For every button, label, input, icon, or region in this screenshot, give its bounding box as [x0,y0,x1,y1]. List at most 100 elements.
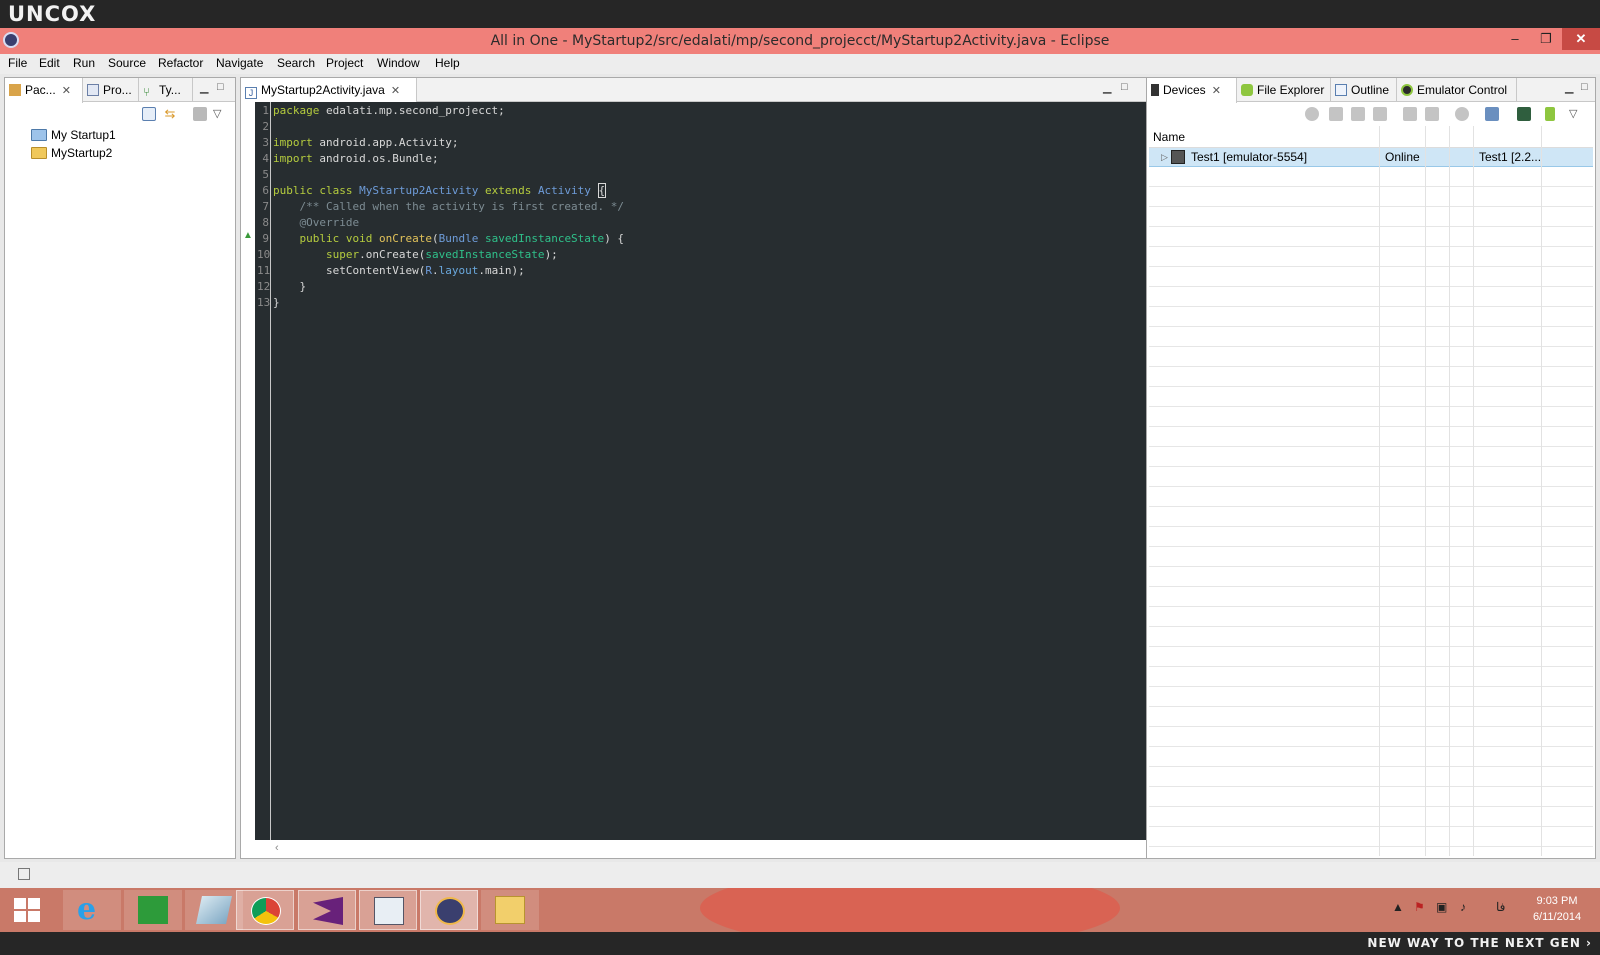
devices-table: Name ▷ Test1 [emulator-5554] Online Test… [1149,126,1593,856]
empty-table-row [1149,568,1593,587]
taskbar-visual-studio[interactable] [298,890,356,930]
column-name-header[interactable]: Name [1153,130,1185,144]
android-icon [1241,84,1253,96]
tab-devices[interactable]: Devices ✕ [1147,78,1237,103]
systrace-icon[interactable] [1517,107,1531,121]
empty-table-row [1149,668,1593,687]
tab-file-explorer[interactable]: File Explorer [1237,78,1331,102]
close-icon[interactable]: ✕ [62,79,71,103]
menu-file[interactable]: File [8,56,27,70]
menu-edit[interactable]: Edit [39,56,60,70]
tab-type-hierarchy[interactable]: ⑂ Ty... [139,78,193,102]
tree-item-my-startup1[interactable]: My Startup1 [31,126,116,144]
menu-refactor[interactable]: Refactor [158,56,203,70]
package-explorer-panel: Pac... ✕ Pro... ⑂ Ty... ▁ □ ⇆ ▽ My Startup… [4,77,236,859]
menu-window[interactable]: Window [377,56,420,70]
clock[interactable]: 9:03 PM 6/11/2014 [1522,893,1592,925]
debug-process-icon[interactable] [1305,107,1319,121]
menu-run[interactable]: Run [73,56,95,70]
minimize-view-icon[interactable]: ▁ [200,81,208,94]
tab-emulator-control[interactable]: Emulator Control [1397,78,1517,102]
tab-type-hierarchy-label: Ty... [159,83,181,97]
menu-help[interactable]: Help [435,56,460,70]
start-button[interactable] [2,890,60,930]
minimize-view-icon[interactable]: ▁ [1565,81,1573,94]
menu-navigate[interactable]: Navigate [216,56,263,70]
action-center-icon[interactable]: ⚑ [1414,900,1425,914]
taskbar-chrome[interactable] [236,890,294,930]
editor-tabbar: J MyStartup2Activity.java ✕ ▁ □ [241,78,1241,103]
empty-table-row [1149,308,1593,327]
empty-table-row [1149,528,1593,547]
empty-table-row [1149,268,1593,287]
opengl-trace-icon[interactable] [1545,107,1555,121]
dump-hprof-icon[interactable] [1351,107,1365,121]
scroll-left-icon[interactable]: ‹ [275,842,279,854]
tab-mystartup2activity-java[interactable]: J MyStartup2Activity.java ✕ [241,78,417,103]
empty-table-row [1149,248,1593,267]
maximize-view-icon[interactable]: □ [1581,81,1588,93]
view-menu-icon[interactable]: ▽ [213,107,227,121]
tab-outline[interactable]: Outline [1331,78,1397,102]
workbench: Pac... ✕ Pro... ⑂ Ty... ▁ □ ⇆ ▽ My Startup… [0,74,1600,888]
minimize-button[interactable]: – [1500,28,1530,50]
view-menu-icon[interactable]: ▽ [1569,107,1583,121]
language-indicator[interactable]: فا [1496,900,1505,914]
store-icon [138,896,168,924]
code-editor[interactable]: 1 package edalati.mp.second_projecct; 2 3… [243,102,1211,840]
close-icon[interactable]: ✕ [391,79,400,103]
taskbar-internet-explorer[interactable]: e [63,890,121,930]
taskbar-store[interactable] [124,890,182,930]
devices-table-header: Name [1149,126,1593,148]
folder-icon [495,896,525,924]
outline-icon [1335,84,1347,96]
restore-button[interactable]: ❐ [1530,28,1562,50]
minimize-view-icon[interactable]: ▁ [1103,81,1111,94]
slogan: NEW WAY TO THE NEXT GEN › [1367,936,1592,950]
package-explorer-tabbar: Pac... ✕ Pro... ⑂ Ty... ▁ □ [5,78,235,103]
empty-table-row [1149,628,1593,647]
tab-project-explorer[interactable]: Pro... [83,78,139,102]
empty-table-row [1149,188,1593,207]
screen-capture-icon[interactable] [1485,107,1499,121]
taskbar-document[interactable] [359,890,417,930]
update-threads-icon[interactable] [1403,107,1417,121]
menu-search[interactable]: Search [277,56,315,70]
editor-horizontal-scrollbar[interactable]: ‹ › [255,840,1211,858]
line-number: 5 [262,168,269,181]
menu-source[interactable]: Source [108,56,146,70]
close-window-button[interactable]: ✕ [1562,28,1600,50]
filter-icon[interactable] [193,107,207,121]
taskbar-file-explorer[interactable] [481,890,539,930]
project-folder-icon [31,129,47,141]
override-marker-icon[interactable]: ▲ [243,230,253,241]
cause-gc-icon[interactable] [1373,107,1387,121]
empty-table-row [1149,168,1593,187]
volume-icon[interactable]: ♪ [1460,900,1466,914]
show-hidden-icons-icon[interactable]: ▲ [1392,900,1404,914]
empty-table-row [1149,808,1593,827]
expand-arrow-icon[interactable]: ▷ [1161,152,1168,163]
network-icon[interactable]: ▣ [1436,900,1447,914]
start-method-profiling-icon[interactable] [1425,107,1439,121]
link-with-editor-icon[interactable]: ⇆ [163,107,177,121]
tab-package-explorer[interactable]: Pac... ✕ [5,78,83,103]
tree-item-mystartup2[interactable]: MyStartup2 [31,144,112,162]
taskbar-app[interactable] [185,890,243,930]
device-row-test1[interactable]: ▷ Test1 [emulator-5554] Online Test1 [2.… [1149,148,1593,167]
menu-project[interactable]: Project [326,56,363,70]
collapse-all-icon[interactable] [142,107,156,121]
update-heap-icon[interactable] [1329,107,1343,121]
devices-panel: Devices ✕ File Explorer Outline Emulator … [1146,77,1596,859]
empty-table-row [1149,708,1593,727]
fast-view-icon[interactable] [18,868,30,880]
emulator-icon [1401,84,1413,96]
clock-time: 9:03 PM [1536,895,1578,907]
close-icon[interactable]: ✕ [1212,79,1221,103]
bottom-banner: NEW WAY TO THE NEXT GEN › [0,932,1600,955]
maximize-view-icon[interactable]: □ [1121,81,1128,93]
empty-table-row [1149,468,1593,487]
maximize-view-icon[interactable]: □ [217,81,224,93]
stop-process-icon[interactable] [1455,107,1469,121]
taskbar-eclipse[interactable] [420,890,478,930]
